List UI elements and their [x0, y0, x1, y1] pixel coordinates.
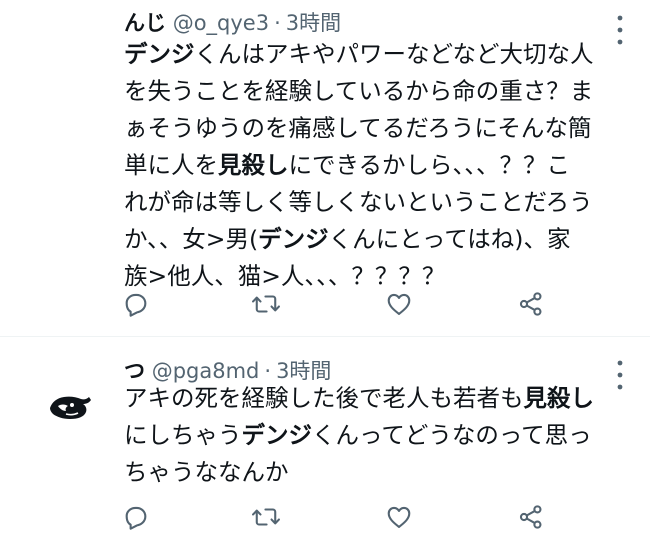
tweet-text-line: を失うことを経験しているから命の重さ？ま — [124, 73, 634, 110]
text-segment: を失うことを経験しているから命の重さ？ま — [124, 77, 594, 105]
timestamp[interactable]: 3時間 — [286, 11, 341, 35]
text-segment: ぁそうゆうのを痛感してるだろうにそんな簡 — [124, 114, 592, 142]
tweet-text-line: 単に人を見殺しにできるかしら、、、？？こ — [124, 147, 634, 184]
text-segment: か、、女>男( — [124, 225, 259, 253]
reply-icon — [125, 506, 147, 530]
bold-text-segment: デンジ — [124, 40, 195, 68]
tweet-text-line: ちゃうななんか — [124, 454, 634, 491]
reply-button[interactable] — [120, 501, 152, 533]
bold-text-segment: デンジ — [258, 225, 329, 253]
retweet-icon — [252, 508, 280, 526]
text-segment: 族>他人、猫>人、、、？？？？ — [124, 262, 446, 290]
share-button[interactable] — [515, 288, 547, 320]
heart-icon — [387, 506, 411, 528]
tweet-text-line: デンジくんはアキやパワーなどなど大切な人 — [124, 36, 634, 73]
tweet[interactable]: んじ @o_qye3 · 3時間 デンジくんはアキやパワーなどなど大切な人 を失うこと… — [0, 0, 650, 336]
heart-icon — [387, 293, 411, 315]
reply-button[interactable] — [120, 288, 152, 320]
text-segment: れが命は等しく等しくないということだろう — [124, 188, 593, 216]
tweet-text: アキの死を経験した後で老人も若者も見殺し にしちゃうデンジくんってどうなのって思っ… — [124, 380, 634, 491]
separator-dot: · — [274, 11, 281, 35]
tweet-actions — [120, 501, 550, 533]
tweet-actions — [120, 288, 550, 320]
avatar-image — [50, 396, 91, 419]
bold-text-segment: 見殺し — [523, 384, 595, 412]
tweet-text: デンジくんはアキやパワーなどなど大切な人 を失うことを経験しているから命の重さ？ま… — [124, 36, 634, 295]
share-icon — [519, 505, 542, 529]
avatar[interactable] — [44, 384, 94, 428]
display-name[interactable]: んじ — [124, 11, 166, 35]
tweet[interactable]: つ @pga8md · 3時間 アキの死を経験した後で老人も若者も見殺し にしちゃうデ… — [0, 337, 650, 548]
like-button[interactable] — [383, 501, 415, 533]
text-segment: くんにとってはね)、家 — [328, 225, 571, 253]
text-segment: 単に人を — [124, 151, 218, 179]
tweet-text-line: れが命は等しく等しくないということだろう — [124, 184, 634, 221]
share-icon — [519, 292, 542, 316]
text-segment: くんはアキやパワーなどなど大切な人 — [194, 40, 594, 68]
tweet-text-line: にしちゃうデンジくんってどうなのって思っ — [124, 417, 634, 454]
tweet-text-line: か、、女>男(デンジくんにとってはね)、家 — [124, 221, 634, 258]
text-segment: アキの死を経験した後で老人も若者も — [124, 384, 524, 412]
bold-text-segment: 見殺し — [218, 151, 289, 179]
text-segment: にしちゃう — [124, 421, 242, 449]
reply-icon — [125, 293, 147, 317]
retweet-button[interactable] — [250, 501, 282, 533]
share-button[interactable] — [515, 501, 547, 533]
text-segment: にできるかしら、、、？？こ — [288, 151, 571, 179]
tweet-text-line: アキの死を経験した後で老人も若者も見殺し — [124, 380, 634, 417]
retweet-icon — [252, 295, 280, 313]
bold-text-segment: デンジ — [241, 421, 313, 449]
retweet-button[interactable] — [250, 288, 282, 320]
like-button[interactable] — [383, 288, 415, 320]
tweet-text-line: ぁそうゆうのを痛感してるだろうにそんな簡 — [124, 110, 634, 147]
tweet-header: んじ @o_qye3 · 3時間 — [124, 9, 341, 37]
text-segment: ちゃうななんか — [124, 458, 289, 486]
user-handle[interactable]: @o_qye3 — [173, 11, 269, 35]
text-segment: くんってどうなのって思っ — [312, 421, 592, 449]
